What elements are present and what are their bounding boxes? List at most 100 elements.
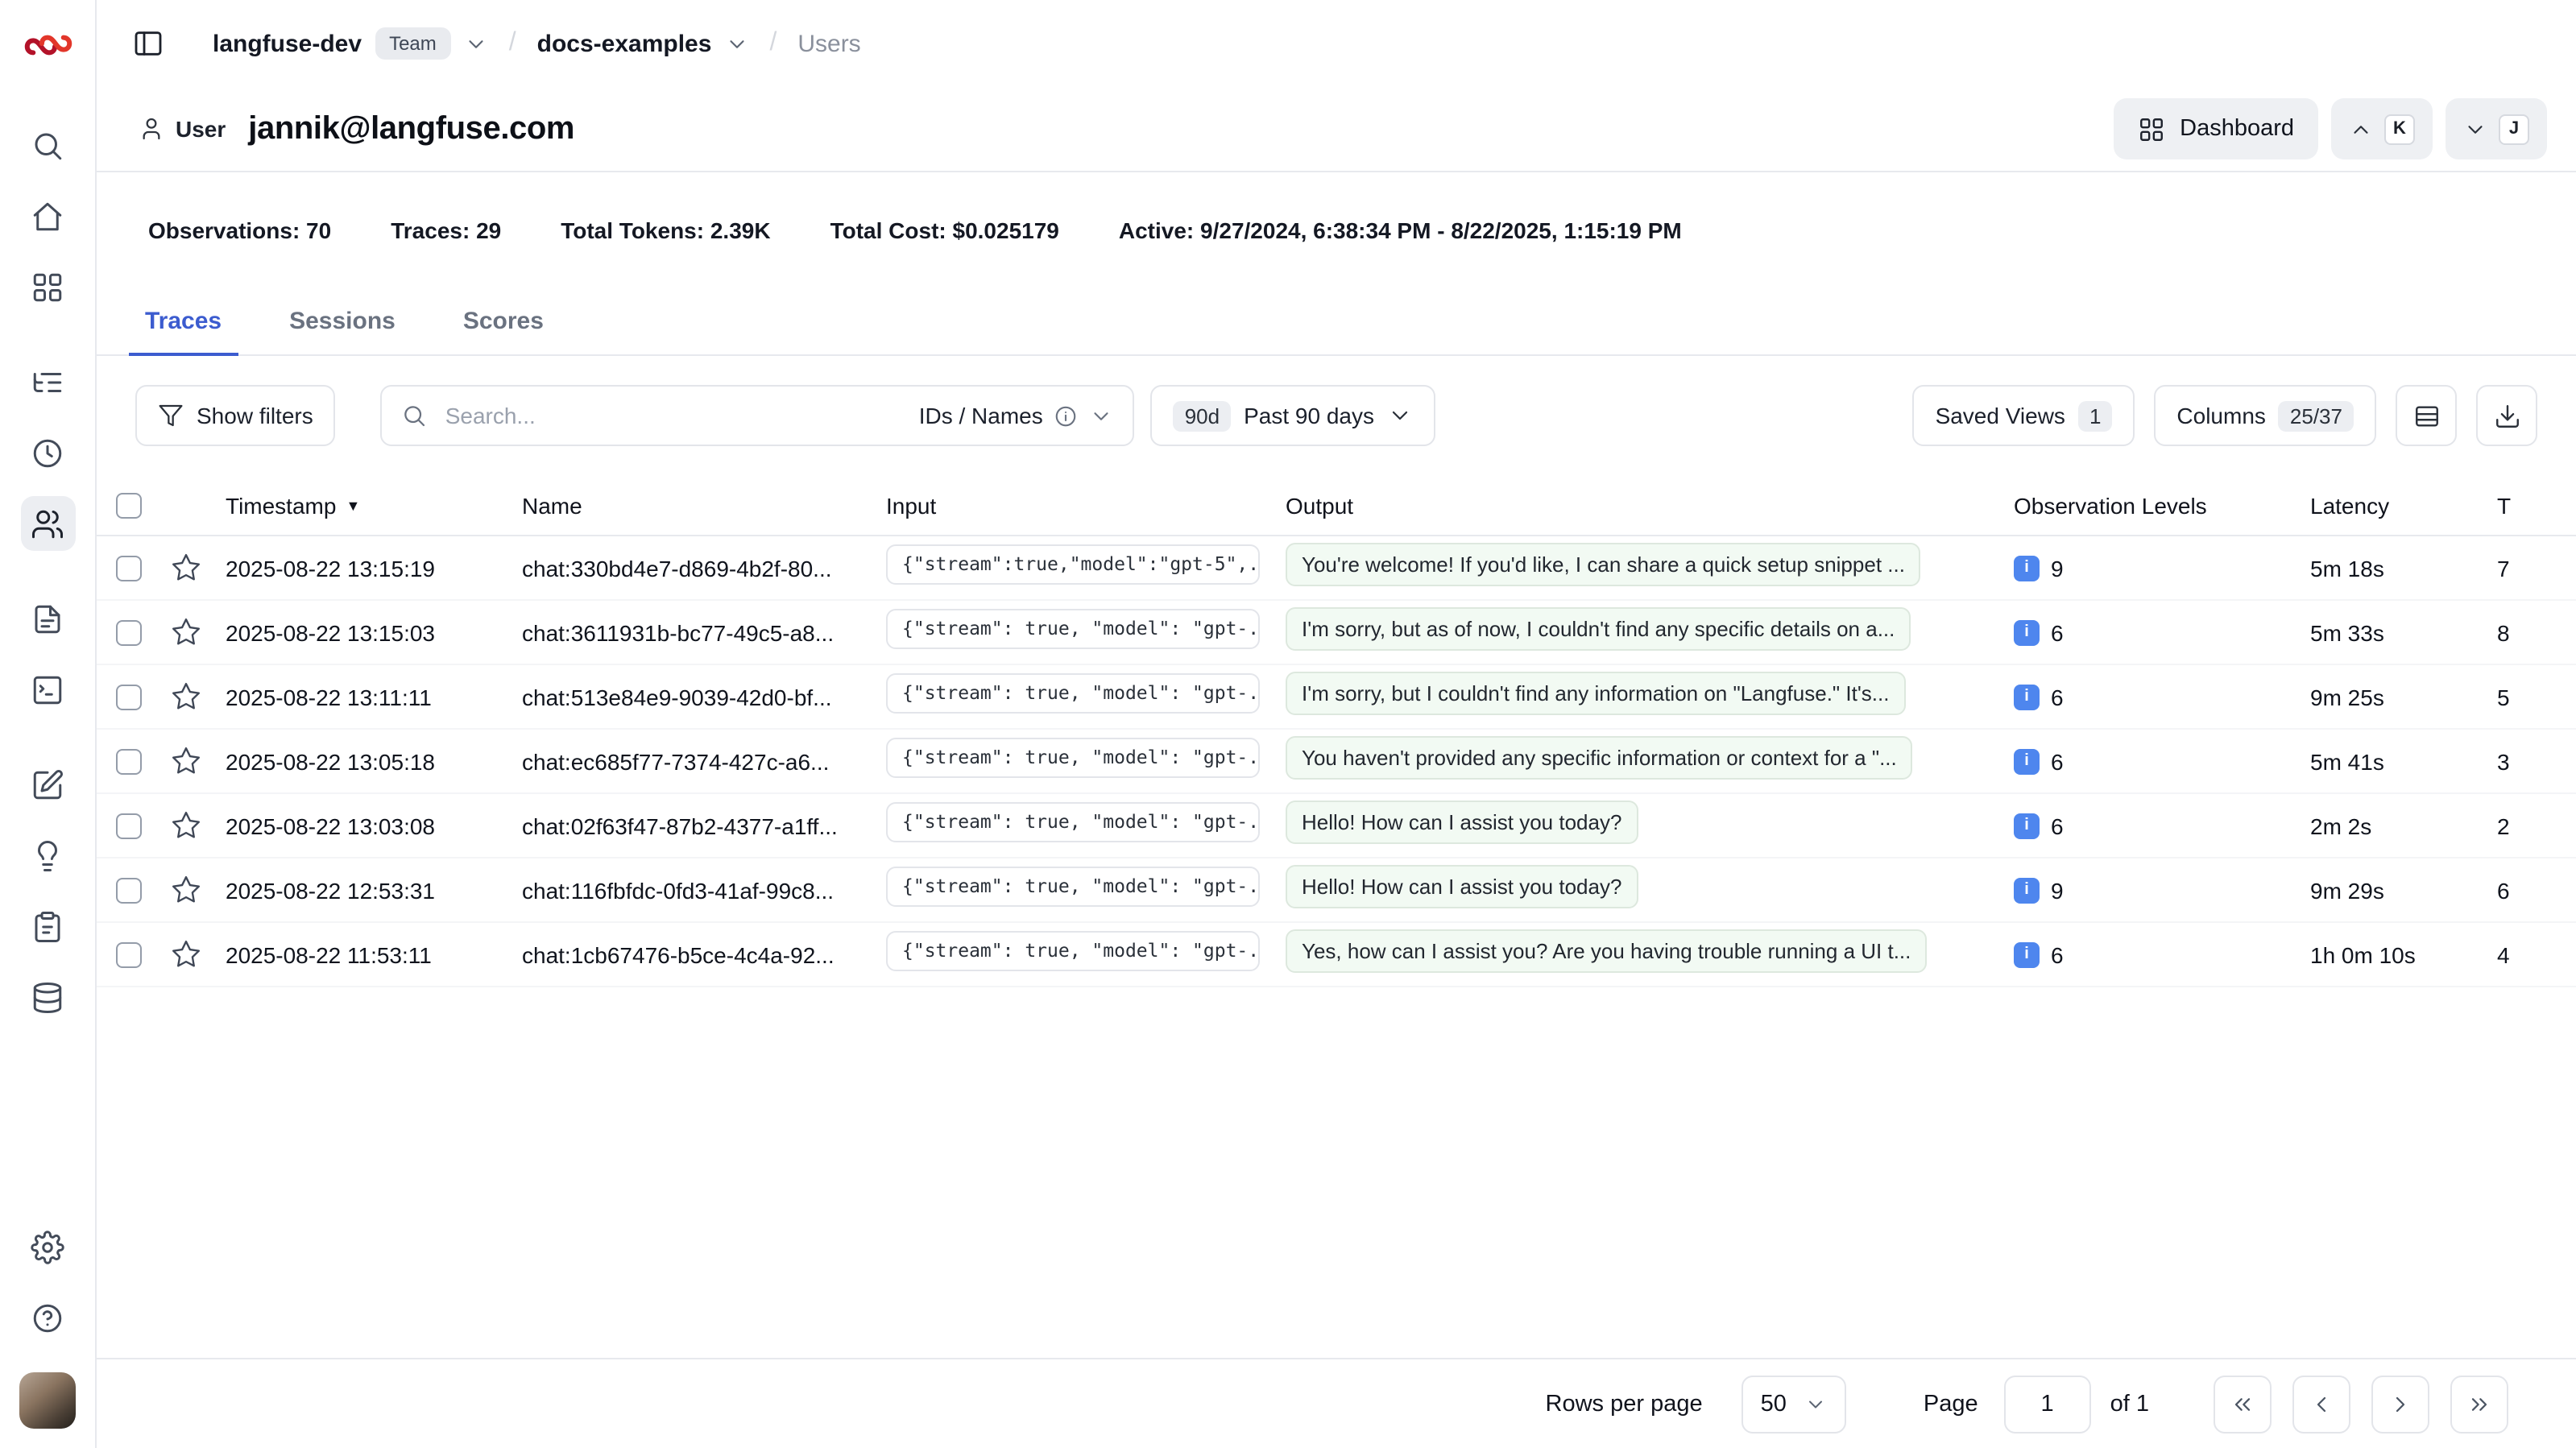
columns-button[interactable]: Columns 25/37 (2154, 385, 2376, 446)
search-box[interactable]: IDs / Names (381, 385, 1135, 446)
sidebar-item-tracing[interactable] (20, 354, 75, 409)
table-row[interactable]: 2025-08-22 13:05:18 chat:ec685f77-7374-4… (97, 730, 2576, 794)
row-height-button[interactable] (2396, 385, 2457, 446)
bookmark-star-button[interactable] (171, 810, 226, 841)
lightbulb-icon (31, 838, 64, 872)
table-row[interactable]: 2025-08-22 13:11:11 chat:513e84e9-9039-4… (97, 665, 2576, 730)
column-header-timestamp[interactable]: Timestamp ▼ (226, 492, 522, 518)
trace-input-cell: {"stream": true, "model": "gpt-... (886, 801, 1286, 850)
search-input[interactable] (442, 401, 905, 430)
previous-user-button[interactable]: K (2331, 98, 2433, 159)
star-icon (171, 746, 201, 776)
saved-views-button[interactable]: Saved Views 1 (1913, 385, 2135, 446)
trace-input-cell: {"stream":true,"model":"gpt-5",... (886, 544, 1286, 592)
observation-levels-cell: i6 (2014, 619, 2310, 645)
column-header-name: Name (522, 492, 886, 518)
sidebar-item-prompts[interactable] (20, 591, 75, 646)
table-row[interactable]: 2025-08-22 12:53:31 chat:116fbfdc-0fd3-4… (97, 858, 2576, 923)
tab-scores[interactable]: Scores (447, 288, 560, 356)
row-checkbox[interactable] (116, 619, 142, 645)
table-row[interactable]: 2025-08-22 13:03:08 chat:02f63f47-87b2-4… (97, 794, 2576, 858)
sidebar-item-annotation[interactable] (20, 899, 75, 954)
truncated-cell: 5 (2497, 684, 2576, 710)
search-scope-dropdown[interactable]: IDs / Names (919, 403, 1114, 428)
star-icon (171, 681, 201, 712)
row-checkbox[interactable] (116, 941, 142, 967)
truncated-cell: 8 (2497, 619, 2576, 645)
next-page-button[interactable] (2371, 1375, 2429, 1433)
sidebar-item-sessions[interactable] (20, 425, 75, 480)
table-toolbar: Show filters IDs / Names 90d Past 90 day… (97, 356, 2576, 475)
tab-sessions[interactable]: Sessions (273, 288, 412, 356)
table-row[interactable]: 2025-08-22 11:53:11 chat:1cb67476-b5ce-4… (97, 923, 2576, 987)
tab-traces[interactable]: Traces (129, 288, 238, 356)
row-checkbox[interactable] (116, 555, 142, 581)
row-checkbox[interactable] (116, 748, 142, 774)
user-avatar[interactable] (19, 1372, 76, 1429)
bookmark-star-button[interactable] (171, 939, 226, 970)
bookmark-star-button[interactable] (171, 552, 226, 583)
stat-traces: Traces: 29 (391, 217, 501, 243)
sidebar-item-evaluation[interactable] (20, 757, 75, 812)
trace-input-cell: {"stream": true, "model": "gpt-... (886, 672, 1286, 721)
table-row[interactable]: 2025-08-22 13:15:19 chat:330bd4e7-d869-4… (97, 536, 2576, 601)
sidebar-item-llm-judge[interactable] (20, 828, 75, 883)
bookmark-star-button[interactable] (171, 681, 226, 712)
trace-name: chat:1cb67476-b5ce-4c4a-92... (522, 941, 886, 967)
sidebar-item-home[interactable] (20, 188, 75, 243)
observation-levels-cell: i9 (2014, 555, 2310, 581)
project-switcher[interactable]: docs-examples (537, 30, 749, 57)
page-number-input[interactable] (2004, 1375, 2091, 1433)
first-page-button[interactable] (2214, 1375, 2272, 1433)
trace-name: chat:513e84e9-9039-42d0-bf... (522, 684, 886, 710)
org-switcher[interactable]: langfuse-dev Team (213, 27, 488, 60)
sidebar-item-dashboards[interactable] (20, 259, 75, 314)
row-checkbox[interactable] (116, 813, 142, 838)
square-pen-icon (31, 767, 64, 801)
sidebar-item-users[interactable] (20, 496, 75, 551)
bookmark-star-button[interactable] (171, 746, 226, 776)
bookmark-star-button[interactable] (171, 875, 226, 905)
export-button[interactable] (2476, 385, 2537, 446)
row-checkbox[interactable] (116, 877, 142, 903)
dashboard-button[interactable]: Dashboard (2114, 98, 2318, 159)
sidebar-item-search[interactable] (20, 118, 75, 172)
trace-output-cell: I'm sorry, but as of now, I couldn't fin… (1286, 606, 2014, 658)
layout-grid-icon (31, 270, 64, 304)
sidebar-item-playground[interactable] (20, 662, 75, 717)
trace-latency: 9m 29s (2310, 877, 2497, 903)
rows-per-page-select[interactable]: 50 (1741, 1375, 1846, 1433)
observation-levels-cell: i9 (2014, 877, 2310, 903)
sidebar-item-datasets[interactable] (20, 970, 75, 1024)
table-row[interactable]: 2025-08-22 13:15:03 chat:3611931b-bc77-4… (97, 601, 2576, 665)
trace-timestamp: 2025-08-22 11:53:11 (226, 941, 522, 967)
date-range-button[interactable]: 90d Past 90 days (1151, 385, 1435, 446)
sidebar-item-help[interactable] (20, 1290, 75, 1345)
langfuse-logo-icon[interactable] (22, 19, 73, 71)
panel-left-icon (132, 27, 164, 60)
info-level-icon: i (2014, 813, 2040, 838)
chevron-down-icon (2463, 117, 2487, 141)
saved-views-label: Saved Views (1936, 403, 2065, 428)
trace-input-cell: {"stream": true, "model": "gpt-... (886, 608, 1286, 656)
columns-label: Columns (2176, 403, 2266, 428)
row-checkbox[interactable] (116, 684, 142, 710)
select-all-checkbox[interactable] (116, 492, 142, 518)
bookmark-star-button[interactable] (171, 617, 226, 647)
sidebar-toggle-button[interactable] (122, 18, 174, 69)
previous-page-button[interactable] (2292, 1375, 2350, 1433)
next-user-button[interactable]: J (2446, 98, 2547, 159)
columns-count-badge: 25/37 (2279, 400, 2354, 431)
sidebar-item-settings[interactable] (20, 1219, 75, 1274)
star-icon (171, 810, 201, 841)
trace-timestamp: 2025-08-22 12:53:31 (226, 877, 522, 903)
search-icon (31, 128, 64, 162)
breadcrumb-separator: / (504, 29, 521, 58)
download-icon (2493, 402, 2520, 429)
show-filters-button[interactable]: Show filters (135, 385, 336, 446)
trace-output-cell: You haven't provided any specific inform… (1286, 735, 2014, 787)
chevron-down-icon (1804, 1392, 1827, 1415)
last-page-button[interactable] (2450, 1375, 2508, 1433)
trace-latency: 5m 18s (2310, 555, 2497, 581)
sort-desc-icon: ▼ (346, 497, 360, 513)
